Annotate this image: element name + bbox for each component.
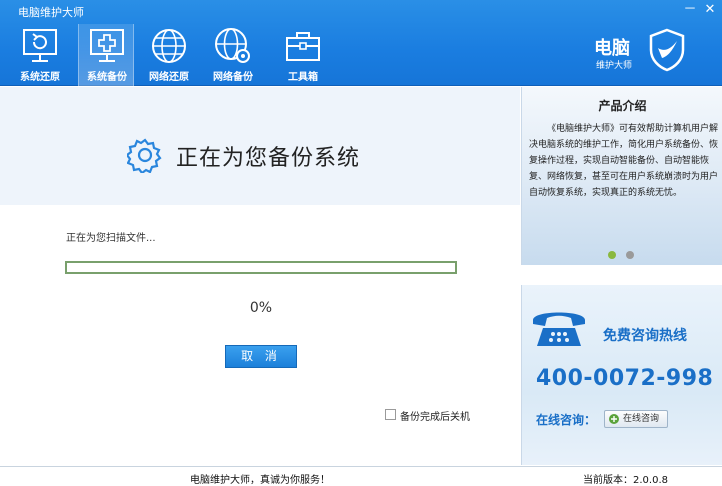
monitor-plus-icon [90, 29, 124, 62]
toolbar-label: 工具箱 [288, 72, 318, 83]
intro-text: 《电脑维护大师》可有效帮助计算机用户解决电脑系统的维护工作，简化用户系统备份、恢… [529, 124, 719, 198]
intro-title: 产品介绍 [598, 99, 647, 113]
scan-status-text: 正在为您扫描文件... [66, 233, 156, 244]
shutdown-checkbox[interactable] [385, 409, 396, 420]
telephone-icon [533, 312, 585, 346]
toolbar-label: 系统还原 [20, 72, 60, 83]
pager-dot-2[interactable] [626, 251, 634, 259]
window-title: 电脑维护大师 [18, 6, 84, 19]
online-consult-button-label: 在线咨询 [623, 414, 660, 424]
version-text: 当前版本：2.0.0.8 [583, 475, 668, 486]
chat-icon [609, 414, 619, 424]
product-intro-panel: 产品介绍 《电脑维护大师》可有效帮助计算机用户解决电脑系统的维护工作，简化用户系… [521, 87, 722, 265]
pager-dot-1[interactable] [608, 251, 616, 259]
toolbar-label: 网络还原 [149, 72, 189, 83]
title-toolbar-area: 电脑维护大师 － ✕ 系统还原 系统备份 网络还原 网络备份 工具箱 电脑 维护… [0, 0, 722, 86]
online-consult-button[interactable]: 在线咨询 [604, 410, 668, 428]
minimize-button[interactable]: － [683, 3, 697, 17]
close-button[interactable]: ✕ [703, 3, 717, 17]
toolbar-system-restore[interactable]: 系统还原 [12, 24, 68, 84]
progress-bar [65, 261, 457, 274]
monitor-restore-icon [23, 29, 57, 62]
toolbar-network-restore[interactable]: 网络还原 [141, 24, 197, 84]
status-bar: 电脑维护大师，真诚为你服务！ 当前版本：2.0.0.8 [0, 466, 722, 486]
brand-sub: 维护大师 [596, 61, 633, 71]
toolbar-system-backup[interactable]: 系统备份 [78, 24, 134, 86]
shutdown-label: 备份完成后关机 [400, 412, 470, 423]
online-consult-label: 在线咨询： [536, 413, 597, 427]
cancel-button[interactable]: 取 消 [225, 345, 297, 368]
hotline-label: 免费咨询热线 [603, 328, 687, 344]
brand-logo: 电脑 维护大师 [590, 28, 700, 76]
globe-gear-icon [215, 28, 250, 63]
globe-icon [152, 29, 186, 63]
progress-percent: 0% [249, 300, 273, 316]
gear-icon [127, 138, 162, 173]
toolbar-label: 网络备份 [213, 72, 253, 83]
toolbar-label: 系统备份 [87, 72, 127, 83]
status-slogan: 电脑维护大师，真诚为你服务！ [190, 475, 330, 486]
shield-check-icon [649, 28, 685, 72]
page-title: 正在为您备份系统 [176, 146, 361, 171]
hotline-number: 400-0072-998 [536, 366, 714, 391]
toolbar-network-backup[interactable]: 网络备份 [205, 24, 261, 84]
toolbox-icon [286, 32, 320, 61]
toolbar-toolbox[interactable]: 工具箱 [275, 24, 331, 84]
brand-name: 电脑 [594, 38, 630, 59]
